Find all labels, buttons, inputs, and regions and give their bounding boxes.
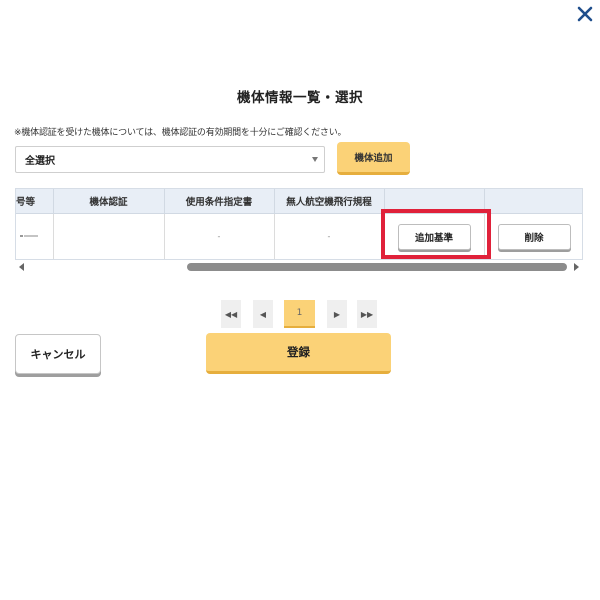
- cell-usage-doc: -: [164, 213, 275, 259]
- scroll-thumb[interactable]: [187, 263, 567, 271]
- cell-add-standard: 追加基準: [384, 213, 485, 259]
- scroll-right-icon[interactable]: [574, 263, 579, 271]
- table-header-row: 号等 機体認証 使用条件指定書 無人航空機飛行規程: [16, 189, 582, 214]
- table-row: - - 追加基準 削除: [16, 213, 582, 259]
- page-prev-button[interactable]: ◀: [253, 300, 273, 328]
- delete-button[interactable]: 削除: [497, 223, 571, 250]
- cell-flight-rules: -: [274, 213, 385, 259]
- close-button[interactable]: [573, 3, 597, 25]
- col-header-action-1: [384, 189, 485, 214]
- cell-delete: 削除: [484, 213, 582, 259]
- col-header-action-2: [484, 189, 582, 214]
- cell-machine-cert: [53, 213, 165, 259]
- col-header-flight-rules: 無人航空機飛行規程: [274, 189, 385, 214]
- dialog-title: 機体情報一覧・選択: [237, 90, 363, 106]
- register-button[interactable]: 登録: [206, 333, 391, 374]
- notice-text: ※機体認証を受けた機体については、機体認証の有効期間を十分にご確認ください。: [14, 128, 347, 138]
- page-next-button[interactable]: ▶: [327, 300, 347, 328]
- page-last-button[interactable]: ▶▶: [357, 300, 377, 328]
- cell-thumbnail: [16, 213, 54, 259]
- page-first-button[interactable]: ◀◀: [221, 300, 241, 328]
- page-current[interactable]: 1: [284, 300, 315, 328]
- cancel-button[interactable]: キャンセル: [15, 334, 101, 374]
- col-header-usage-doc: 使用条件指定書: [164, 189, 275, 214]
- chevron-down-icon: [312, 157, 318, 162]
- col-header-number: 号等: [16, 189, 54, 214]
- close-icon: [577, 6, 593, 22]
- machine-table: 号等 機体認証 使用条件指定書 無人航空機飛行規程 - - 追加基準 削除: [15, 188, 583, 260]
- horizontal-scrollbar[interactable]: [15, 261, 583, 273]
- machine-thumbnail-icon: [20, 233, 38, 239]
- col-header-machine-cert: 機体認証: [53, 189, 165, 214]
- filter-select[interactable]: 全選択: [15, 146, 325, 173]
- scroll-left-icon[interactable]: [19, 263, 24, 271]
- add-machine-button[interactable]: 機体追加: [337, 142, 410, 175]
- add-standard-button[interactable]: 追加基準: [397, 223, 471, 250]
- filter-select-value: 全選択: [25, 156, 55, 167]
